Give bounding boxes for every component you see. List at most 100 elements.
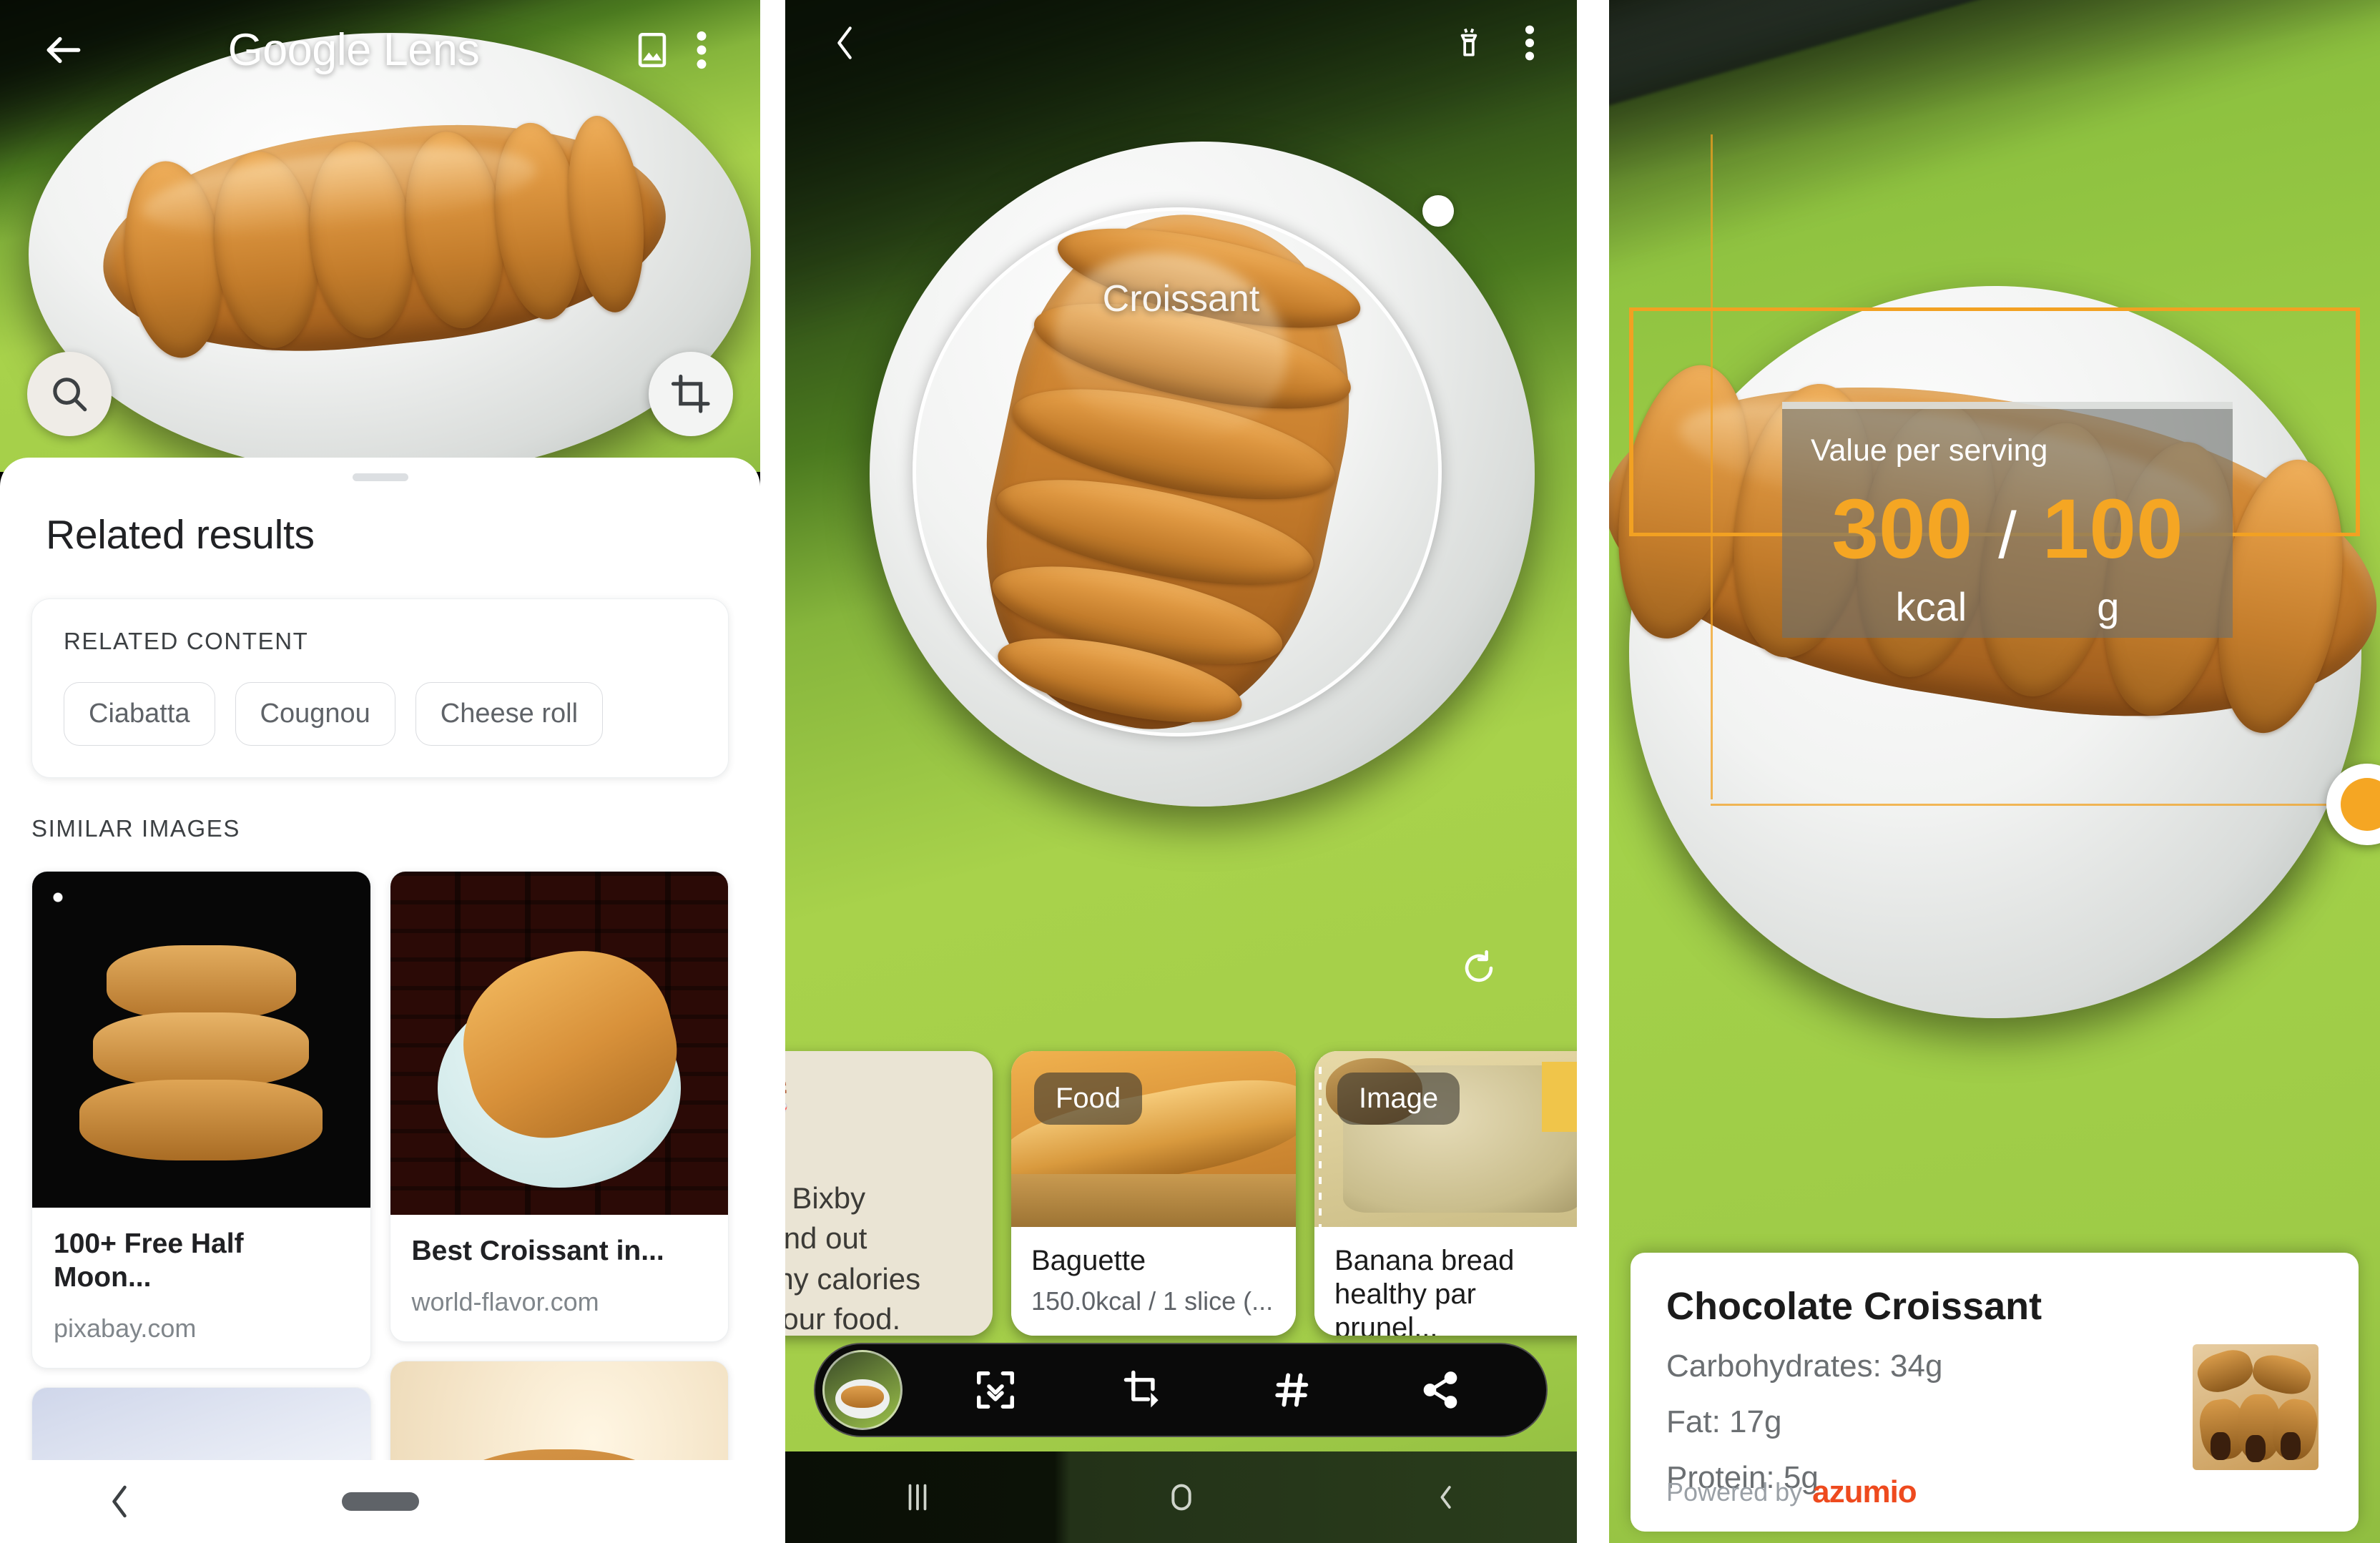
- similar-image-title: Best Croissant in...: [411, 1236, 664, 1266]
- similar-image-meta: 100+ Free Half Moon... pixabay.com: [32, 1208, 370, 1368]
- chip-cougnou[interactable]: Cougnou: [235, 682, 395, 746]
- page-title: Google Lens: [83, 24, 624, 76]
- similar-image-source: world-flavor.com: [411, 1286, 599, 1316]
- search-icon: [53, 378, 87, 412]
- bixby-result-card[interactable]: Image Banana bread healthy par prunel...: [1314, 1051, 1577, 1336]
- steaming-bowl-icon: 🍜: [785, 1084, 964, 1128]
- bixby-card-info: Baguette 150.0kcal / 1 slice (...: [1011, 1227, 1296, 1336]
- azumio-brand: azumio: [1812, 1474, 1917, 1509]
- gallery-button[interactable]: [624, 22, 680, 78]
- chip-ciabatta[interactable]: Ciabatta: [64, 682, 215, 746]
- value-separator: /: [1998, 499, 2017, 572]
- crop-rotate-button[interactable]: [1109, 1356, 1178, 1424]
- crop-fab[interactable]: [649, 352, 733, 436]
- more-vertical-icon: [697, 31, 707, 69]
- hashtag-button[interactable]: [1258, 1356, 1327, 1424]
- flashlight-button[interactable]: [1442, 16, 1495, 69]
- overflow-menu-button[interactable]: [680, 22, 723, 78]
- food-thumbnail: [2193, 1344, 2318, 1470]
- bixby-card-info: Banana bread healthy par prunel...: [1314, 1227, 1577, 1336]
- related-content-label: RELATED CONTENT: [64, 628, 309, 654]
- calories-value: 300: [1831, 482, 1973, 576]
- lens-hero-photo[interactable]: Google Lens: [0, 0, 760, 472]
- similar-images-column-left: 100+ Free Half Moon... pixabay.com: [31, 871, 371, 1543]
- card-subtitle: healthy par prunel...: [1334, 1278, 1476, 1336]
- food-measure-panel: Value per serving 300 / 100 kcal g Choco…: [1609, 0, 2380, 1543]
- chevron-left-icon: [837, 26, 852, 59]
- android-navigation-bar: [785, 1451, 1577, 1543]
- measure-guide-horizontal: [1711, 804, 2380, 806]
- similar-image-thumbnail: [32, 872, 370, 1208]
- refresh-icon: [1465, 950, 1493, 982]
- bixby-result-card[interactable]: Food Baguette 150.0kcal / 1 slice (...: [1011, 1051, 1296, 1336]
- similar-image-meta: Best Croissant in... world-flavor.com: [390, 1215, 729, 1341]
- similar-images-grid: 100+ Free Half Moon... pixabay.com Best …: [31, 871, 729, 1543]
- home-icon: [1171, 1484, 1191, 1511]
- bixby-bottom-toolbar: [814, 1343, 1548, 1437]
- bixby-result-carousel[interactable]: 🍜 use Bixby to find out many calories in…: [785, 1028, 1577, 1336]
- related-chip-list: Ciabatta Cougnou Cheese roll: [64, 682, 697, 746]
- related-content-card: RELATED CONTENT Ciabatta Cougnou Cheese …: [31, 598, 729, 778]
- title-lens: Lens: [370, 25, 480, 75]
- thumb-chocolate: [2210, 1432, 2231, 1460]
- sheet-drag-handle[interactable]: [352, 473, 408, 481]
- card-title: Baguette: [1031, 1245, 1146, 1276]
- weight-unit: g: [2097, 584, 2120, 629]
- title-google: Google: [227, 25, 372, 75]
- value-per-serving-overlay: Value per serving 300 / 100 kcal g: [1782, 402, 2233, 638]
- back-button[interactable]: [1413, 1465, 1477, 1529]
- image-crop-edge: [1319, 1051, 1322, 1227]
- back-button[interactable]: [818, 16, 871, 69]
- image-icon: [638, 32, 667, 68]
- home-button[interactable]: [1149, 1465, 1214, 1529]
- powered-by-label: Powered by: [1666, 1477, 1803, 1507]
- thumb-croissant: [2249, 1350, 2315, 1399]
- food-title: Chocolate Croissant: [1666, 1285, 2042, 1328]
- frame-edge-top: [1629, 307, 2360, 311]
- more-vertical-icon: [1525, 25, 1535, 61]
- overlay-heading: Value per serving: [1811, 433, 2048, 468]
- recents-button[interactable]: [885, 1465, 950, 1529]
- similar-image-title: 100+ Free Half Moon...: [54, 1228, 244, 1293]
- card-tag-badge: Image: [1337, 1073, 1460, 1125]
- similar-images-column-right: Best Croissant in... world-flavor.com: [389, 871, 729, 1543]
- similar-image-card[interactable]: Best Croissant in... world-flavor.com: [389, 871, 729, 1342]
- google-lens-panel: Google Lens Related results RELATED CONT…: [0, 0, 760, 1543]
- related-results-sheet[interactable]: Related results RELATED CONTENT Ciabatta…: [0, 458, 760, 1543]
- similar-image-source: pixabay.com: [54, 1313, 197, 1343]
- overflow-menu-button[interactable]: [1515, 16, 1544, 69]
- frame-edge-right: [2356, 307, 2360, 536]
- frame-edge-left: [1629, 307, 1633, 536]
- card-subtitle: 150.0kcal / 1 slice (...: [1031, 1286, 1274, 1316]
- nav-back-button[interactable]: [104, 1480, 135, 1523]
- bixby-vision-panel: Croissant 🍜 use Bixby to find out many c…: [785, 0, 1577, 1543]
- thumb-chocolate: [2245, 1434, 2266, 1463]
- photo-thumbnail-button[interactable]: [822, 1350, 903, 1430]
- bixby-top-actions: [1442, 16, 1544, 69]
- share-icon: [1423, 1371, 1457, 1409]
- search-fab[interactable]: [27, 352, 112, 436]
- food-detail-card[interactable]: Chocolate Croissant Carbohydrates: 34g F…: [1631, 1253, 2359, 1532]
- thumb-chocolate: [2281, 1432, 2301, 1460]
- hashtag-icon: [1275, 1373, 1308, 1407]
- crop-icon: [671, 374, 710, 413]
- lens-navigation-bar: [0, 1460, 760, 1543]
- chip-cheese-roll[interactable]: Cheese roll: [415, 682, 604, 746]
- crop-rotate-icon: [1123, 1370, 1159, 1408]
- home-pill-icon[interactable]: [341, 1492, 419, 1511]
- similar-images-label: SIMILAR IMAGES: [31, 815, 240, 842]
- recents-icon: [908, 1484, 926, 1511]
- scan-button[interactable]: [961, 1356, 1030, 1424]
- focus-ring-handle[interactable]: [1422, 195, 1454, 227]
- card-title: Banana bread: [1334, 1245, 1515, 1276]
- overlay-values: 300 / 100: [1811, 487, 2204, 573]
- chevron-left-icon: [1440, 1486, 1451, 1509]
- card-tag-badge: Food: [1034, 1073, 1143, 1125]
- rescan-button[interactable]: [1458, 947, 1500, 989]
- similar-image-card[interactable]: 100+ Free Half Moon... pixabay.com: [31, 871, 371, 1369]
- bixby-tip-card[interactable]: 🍜 use Bixby to find out many calories in…: [785, 1051, 993, 1336]
- share-button[interactable]: [1406, 1356, 1475, 1424]
- toolbar-icon-row: [903, 1356, 1546, 1424]
- back-button[interactable]: [37, 24, 90, 77]
- calories-unit: kcal: [1895, 584, 1967, 629]
